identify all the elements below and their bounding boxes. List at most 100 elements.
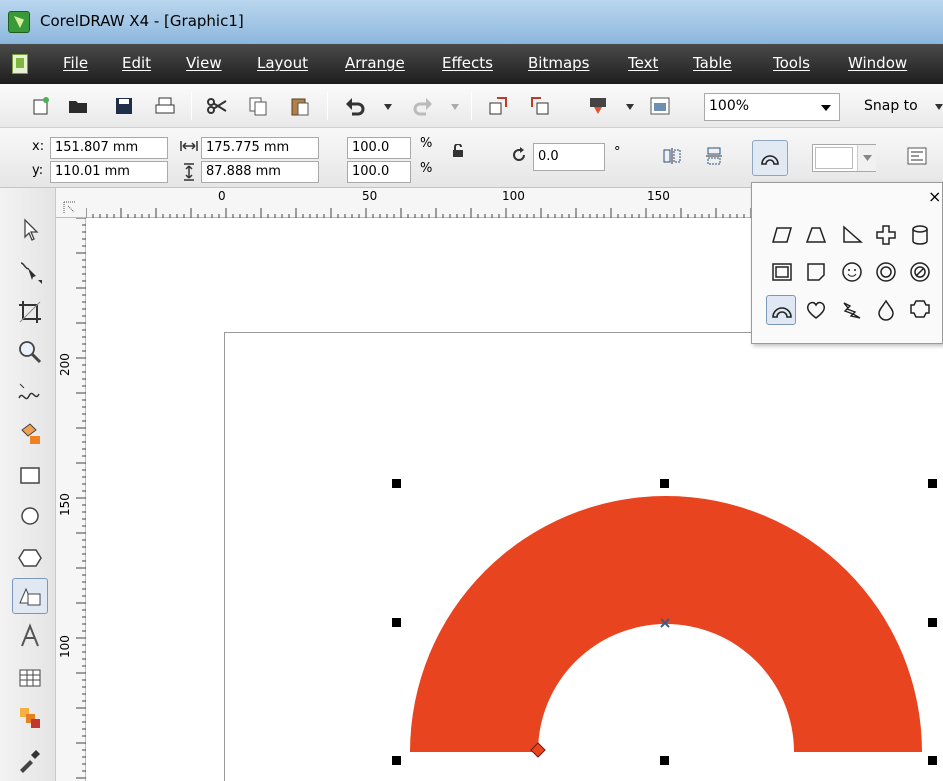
text-wrap-icon[interactable] xyxy=(906,145,928,167)
menu-edit[interactable]: Edit xyxy=(122,54,151,72)
shape-tool-icon[interactable] xyxy=(16,258,44,286)
perfect-shapes-button[interactable] xyxy=(752,140,788,176)
welcome-screen-icon[interactable] xyxy=(649,95,671,117)
menu-window[interactable]: Window xyxy=(848,54,907,72)
redo-dropdown-icon[interactable] xyxy=(451,104,459,110)
folded-corner-icon[interactable] xyxy=(804,260,828,284)
menu-arrange[interactable]: Arrange xyxy=(345,54,405,72)
y-position-input[interactable]: 110.01 mm xyxy=(50,161,168,183)
trapezoid-icon[interactable] xyxy=(804,223,828,247)
arch-icon xyxy=(761,155,779,165)
no-symbol-icon[interactable] xyxy=(908,260,932,284)
arch-shape-layer xyxy=(410,496,922,758)
title-bar: CorelDRAW X4 - [Graphic1] xyxy=(0,0,943,44)
scale-y-input[interactable]: 100.0 xyxy=(347,161,411,183)
arch-shape-option[interactable] xyxy=(766,295,796,325)
coreldraw-app-icon xyxy=(8,11,30,33)
eyedropper-tool-icon[interactable] xyxy=(16,746,44,774)
table-tool-icon[interactable] xyxy=(16,664,44,692)
frame-icon[interactable] xyxy=(770,260,794,284)
outline-color-dropdown[interactable] xyxy=(812,144,876,172)
application-launcher-icon[interactable] xyxy=(587,95,609,117)
ruler-label: 100 xyxy=(502,189,525,203)
new-document-icon[interactable] xyxy=(30,95,52,117)
selection-handle-bottom-center[interactable] xyxy=(660,756,669,765)
ruler-origin-icon[interactable] xyxy=(62,200,78,216)
open-folder-icon[interactable] xyxy=(67,95,89,117)
selection-handle-middle-right[interactable] xyxy=(928,618,937,627)
smart-fill-tool-icon[interactable] xyxy=(16,420,44,448)
basic-shapes-tool[interactable] xyxy=(12,578,48,614)
standard-toolbar: 100% Snap to xyxy=(0,84,943,128)
pick-tool-icon[interactable] xyxy=(16,216,44,244)
zoom-tool-icon[interactable] xyxy=(16,338,44,366)
donut-icon[interactable] xyxy=(874,260,898,284)
ellipse-tool-icon[interactable] xyxy=(16,502,44,530)
window-title: CorelDRAW X4 - [Graphic1] xyxy=(40,12,244,30)
rectangle-tool-icon[interactable] xyxy=(16,462,44,490)
cross-icon[interactable] xyxy=(874,223,898,247)
cylinder-icon[interactable] xyxy=(908,223,932,247)
close-button[interactable]: × xyxy=(928,187,941,206)
crop-tool-icon[interactable] xyxy=(16,298,44,326)
export-icon[interactable] xyxy=(529,95,551,117)
interactive-blend-tool-icon[interactable] xyxy=(16,704,44,732)
smiley-icon[interactable] xyxy=(840,260,864,284)
selection-handle-bottom-left[interactable] xyxy=(392,756,401,765)
rotation-angle-input[interactable]: 0.0 xyxy=(533,143,605,171)
scale-y-percent-label: % xyxy=(420,161,433,176)
document-icon[interactable] xyxy=(12,54,28,74)
toolbar-separator xyxy=(191,92,192,120)
selection-handle-top-center[interactable] xyxy=(660,479,669,488)
ruler-label: 0 xyxy=(218,189,226,203)
selection-handle-top-left[interactable] xyxy=(392,479,401,488)
menu-text[interactable]: Text xyxy=(628,54,658,72)
y-label: y: xyxy=(32,163,44,178)
x-label: x: xyxy=(32,139,45,154)
menu-table[interactable]: Table xyxy=(693,54,732,72)
octagon-icon[interactable] xyxy=(908,298,932,322)
zoom-level-value: 100% xyxy=(709,98,750,114)
polygon-tool-icon[interactable] xyxy=(16,544,44,572)
selection-handle-middle-left[interactable] xyxy=(392,618,401,627)
x-position-input[interactable]: 151.807 mm xyxy=(50,137,168,159)
lock-ratio-icon[interactable] xyxy=(451,144,465,158)
snap-to-button[interactable]: Snap to xyxy=(864,98,918,114)
menu-tools[interactable]: Tools xyxy=(773,54,810,72)
perfect-shapes-flyout: × xyxy=(751,182,943,344)
freehand-tool-icon[interactable] xyxy=(16,380,44,408)
selection-handle-top-right[interactable] xyxy=(928,479,937,488)
redo-icon[interactable] xyxy=(412,95,434,117)
undo-icon[interactable] xyxy=(344,95,366,117)
undo-dropdown-icon[interactable] xyxy=(384,104,392,110)
mirror-vertical-icon[interactable] xyxy=(703,145,725,167)
text-tool-icon[interactable] xyxy=(16,622,44,650)
height-input[interactable]: 87.888 mm xyxy=(201,161,319,183)
scale-x-input[interactable]: 100.0 xyxy=(347,137,411,159)
import-icon[interactable] xyxy=(487,95,509,117)
paste-icon[interactable] xyxy=(289,95,311,117)
save-icon[interactable] xyxy=(113,95,135,117)
width-input[interactable]: 175.775 mm xyxy=(201,137,319,159)
cut-icon[interactable] xyxy=(206,95,228,117)
print-icon[interactable] xyxy=(154,95,176,117)
copy-icon[interactable] xyxy=(247,95,269,117)
menu-layout[interactable]: Layout xyxy=(257,54,308,72)
menu-bitmaps[interactable]: Bitmaps xyxy=(528,54,589,72)
lightning-icon[interactable] xyxy=(840,298,864,322)
right-triangle-icon[interactable] xyxy=(840,223,864,247)
launcher-dropdown-icon[interactable] xyxy=(626,104,634,110)
snap-dropdown-icon[interactable] xyxy=(935,104,943,110)
parallelogram-icon[interactable] xyxy=(770,223,794,247)
menu-effects[interactable]: Effects xyxy=(442,54,493,72)
selection-handle-bottom-right[interactable] xyxy=(928,756,937,765)
menu-file[interactable]: File xyxy=(63,54,88,72)
heart-icon[interactable] xyxy=(804,298,828,322)
zoom-level-dropdown[interactable]: 100% xyxy=(704,93,840,121)
mirror-horizontal-icon[interactable] xyxy=(661,145,683,167)
teardrop-icon[interactable] xyxy=(874,298,898,322)
color-dropdown-button[interactable] xyxy=(857,145,876,171)
menu-view[interactable]: View xyxy=(186,54,222,72)
vertical-ruler[interactable]: 200 150 100 xyxy=(56,218,86,781)
arch-icon xyxy=(772,307,792,318)
